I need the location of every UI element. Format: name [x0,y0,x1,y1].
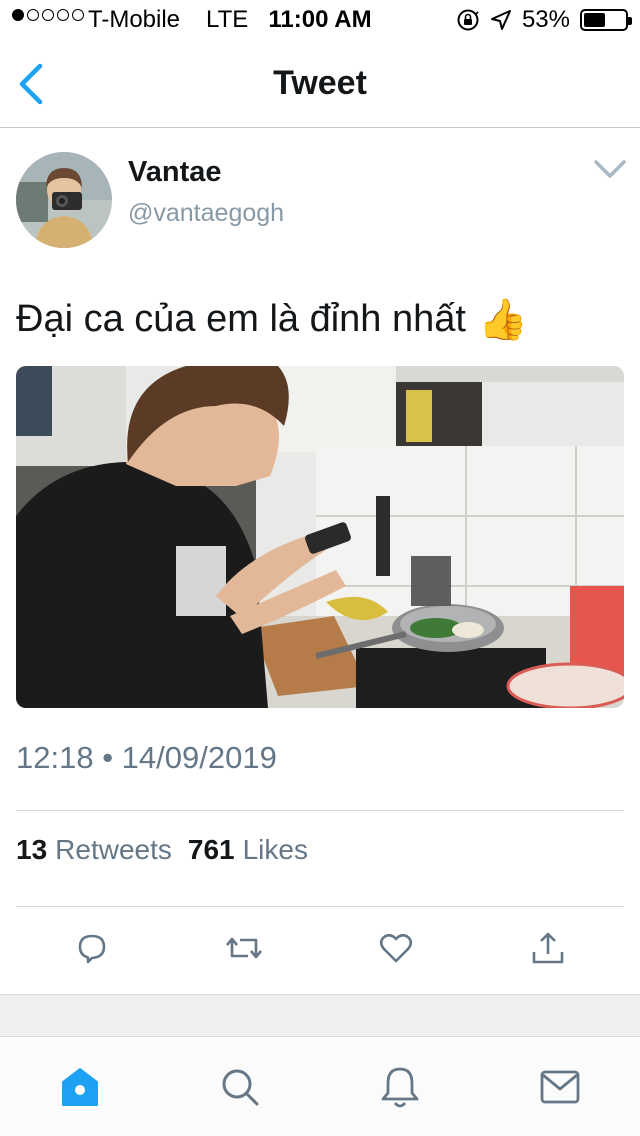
avatar[interactable] [16,152,112,248]
page-title: Tweet [273,64,367,102]
battery-icon [580,9,632,31]
status-bar: T-Mobile LTE 11:00 AM 53% [0,0,640,40]
author-name[interactable]: Vantae [128,156,222,189]
orientation-lock-icon [457,9,479,31]
navigation-bar: Tweet [0,40,640,128]
tab-bar [0,1036,640,1136]
retweet-button[interactable] [224,928,264,968]
retweets-count: 13 [16,834,48,865]
likes-label: Likes [242,834,308,865]
separator-band [0,994,640,1036]
tab-messages[interactable] [536,1063,584,1111]
search-icon [222,1069,259,1106]
battery-percent: 53% [521,6,570,33]
tab-notifications[interactable] [376,1063,424,1111]
chevron-down-icon [594,160,626,178]
share-button[interactable] [528,928,568,968]
tab-search[interactable] [216,1063,264,1111]
retweets-stat[interactable]: 13 Retweets [16,834,172,866]
like-icon [379,933,413,963]
tweet-actions [0,924,640,980]
thumbs-up-emoji: 👍 [477,298,528,342]
divider [16,810,624,811]
tweet-photo[interactable] [16,366,624,708]
reply-icon [78,934,106,964]
tweet-text: Đại ca của em là đỉnh nhất [16,298,466,340]
more-options-button[interactable] [590,156,630,182]
tweet-timestamp: 12:18 • 14/09/2019 [16,740,277,775]
like-button[interactable] [376,928,416,968]
retweets-label: Retweets [55,834,172,865]
divider [16,906,624,907]
location-arrow-icon [490,10,511,30]
notifications-icon [381,1067,419,1108]
home-icon [62,1068,98,1106]
tweet-stats: 13 Retweets 761 Likes [16,834,308,866]
reply-button[interactable] [72,928,112,968]
share-icon [532,932,564,964]
likes-stat[interactable]: 761 Likes [188,834,308,866]
retweet-icon [226,937,262,959]
messages-icon [540,1070,580,1104]
tab-home[interactable] [56,1063,104,1111]
likes-count: 761 [187,834,235,865]
tweet-text-container: Đại ca của em là đỉnh nhất 👍 [16,296,528,343]
author-handle[interactable]: @vantaegogh [128,199,284,228]
